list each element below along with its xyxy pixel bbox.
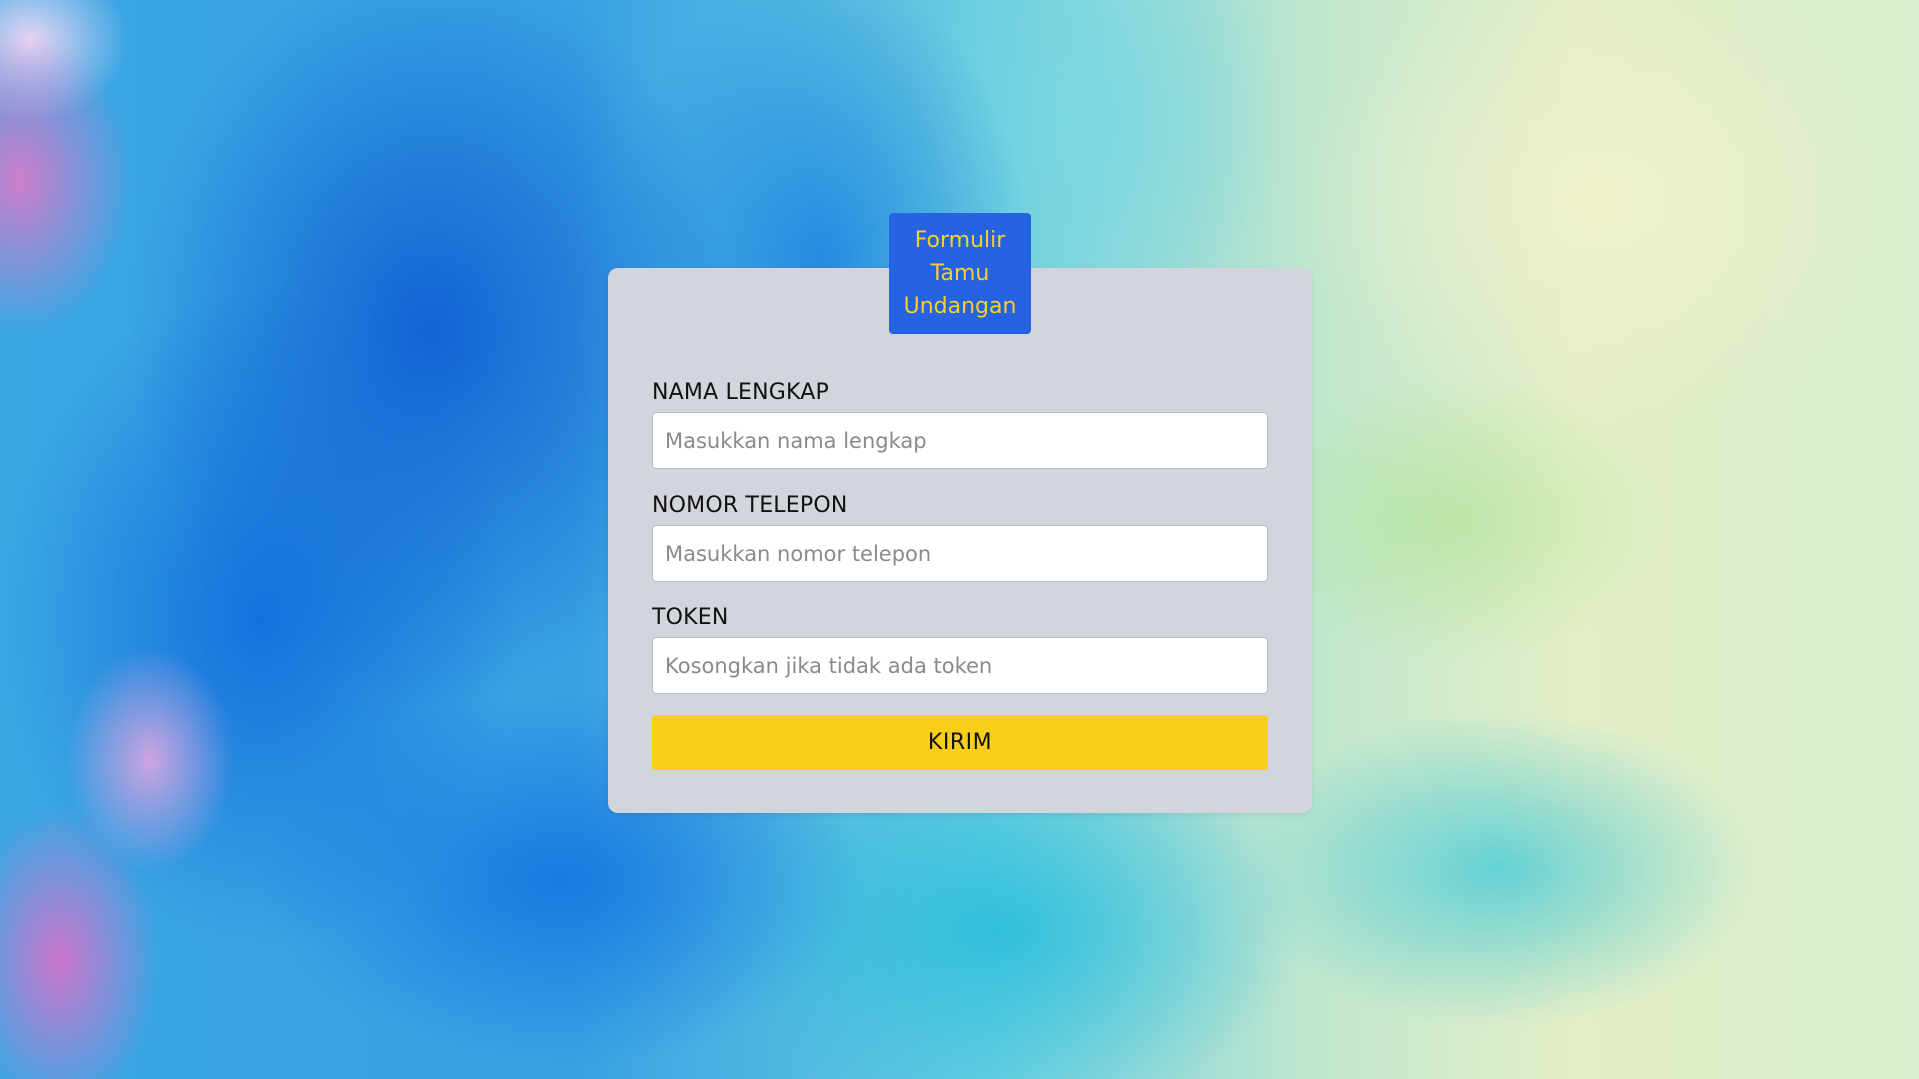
phone-field-group: NOMOR TELEPON	[652, 491, 1268, 582]
form-title: Formulir Tamu Undangan	[903, 228, 1017, 319]
phone-input[interactable]	[652, 525, 1268, 582]
token-input[interactable]	[652, 637, 1268, 694]
full-name-input[interactable]	[652, 412, 1268, 469]
full-name-field-group: NAMA LENGKAP	[652, 378, 1268, 469]
submit-button[interactable]: KIRIM	[652, 715, 1268, 770]
form-title-badge: Formulir Tamu Undangan	[889, 213, 1031, 334]
token-field-group: TOKEN	[652, 603, 1268, 694]
phone-label: NOMOR TELEPON	[652, 493, 848, 518]
token-label: TOKEN	[652, 605, 729, 630]
full-name-label: NAMA LENGKAP	[652, 380, 829, 405]
